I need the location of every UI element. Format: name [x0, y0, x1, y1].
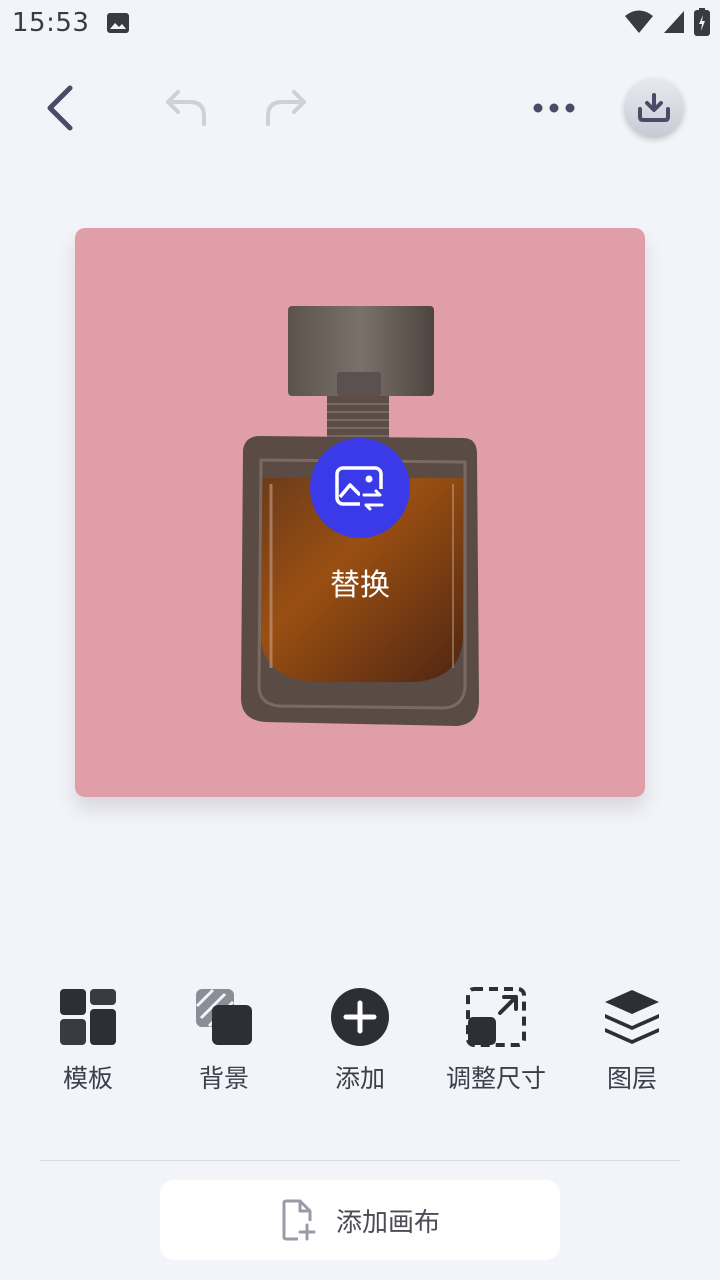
redo-icon [266, 90, 306, 126]
design-canvas[interactable]: 替换 [75, 228, 645, 797]
download-button[interactable] [618, 72, 690, 144]
signal-icon [662, 9, 686, 39]
tool-add[interactable]: 添加 [292, 985, 428, 1105]
download-circle [624, 78, 684, 138]
tool-label: 图层 [606, 1064, 657, 1093]
tool-layers[interactable]: 图层 [564, 985, 700, 1105]
undo-button[interactable] [150, 72, 222, 144]
tool-label: 模板 [62, 1064, 113, 1093]
more-icon [533, 103, 575, 113]
back-arrow-icon [47, 85, 73, 131]
tool-bar: 模板 背景 添加 调整尺寸 图层 [20, 985, 700, 1105]
editor-toolbar [0, 72, 720, 144]
wifi-icon [624, 9, 654, 39]
layers-icon [600, 985, 664, 1049]
undo-icon [166, 90, 206, 126]
template-grid-icon [56, 985, 120, 1049]
divider [40, 1160, 680, 1161]
tool-background[interactable]: 背景 [156, 985, 292, 1105]
tool-template[interactable]: 模板 [20, 985, 156, 1105]
gallery-icon [106, 12, 130, 34]
background-icon [192, 985, 256, 1049]
replace-group: 替换 [310, 438, 410, 604]
resize-icon [464, 985, 528, 1049]
add-file-icon [282, 1199, 316, 1241]
tool-label: 添加 [334, 1064, 385, 1093]
replace-button[interactable] [310, 438, 410, 538]
back-button[interactable] [22, 72, 94, 144]
replace-label: 替换 [330, 568, 390, 603]
battery-charging-icon [694, 8, 710, 40]
more-button[interactable] [518, 72, 590, 144]
add-circle-icon [328, 985, 392, 1049]
tool-label: 调整尺寸 [445, 1064, 546, 1093]
download-icon [638, 93, 670, 122]
status-bar: 15:53 [0, 0, 720, 48]
add-canvas-label: 添加画布 [335, 1207, 440, 1238]
replace-image-icon [335, 466, 386, 511]
tool-label: 背景 [198, 1064, 249, 1093]
tool-resize[interactable]: 调整尺寸 [428, 985, 564, 1105]
status-time: 15:53 [12, 8, 90, 38]
add-canvas-button[interactable]: 添加画布 [160, 1180, 560, 1260]
redo-button[interactable] [250, 72, 322, 144]
